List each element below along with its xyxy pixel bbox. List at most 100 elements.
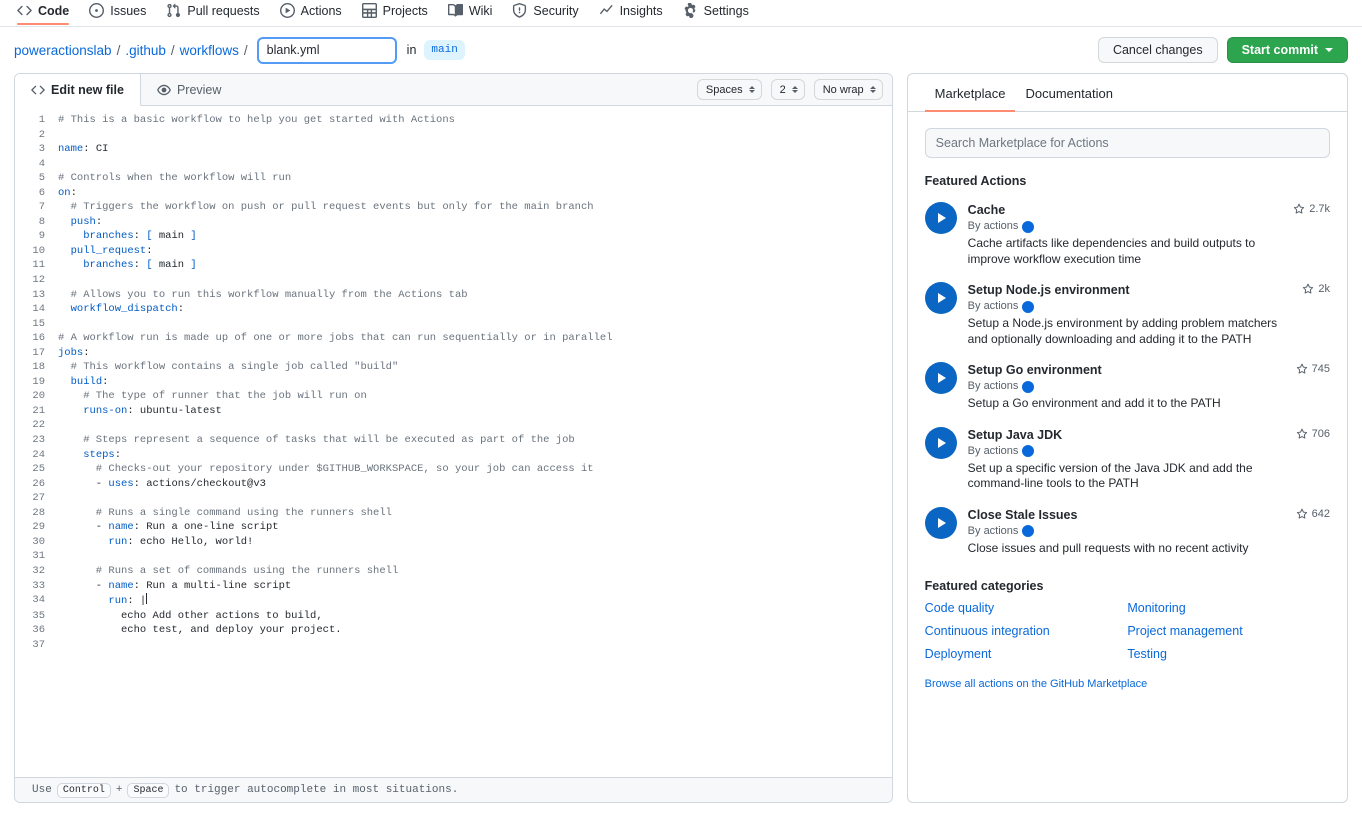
code-icon bbox=[31, 83, 45, 97]
code-line: 37 bbox=[15, 638, 892, 653]
categories-column-right: Monitoring Project management Testing bbox=[1127, 599, 1330, 664]
tab-documentation[interactable]: Documentation bbox=[1015, 74, 1122, 111]
sidebar-body: Featured Actions CacheBy actionsCache ar… bbox=[908, 112, 1347, 802]
code-text: run: echo Hello, world! bbox=[58, 535, 253, 550]
category-link[interactable]: Code quality bbox=[925, 599, 1128, 618]
line-number: 28 bbox=[15, 506, 58, 521]
featured-action-row[interactable]: Setup Node.js environmentBy actionsSetup… bbox=[925, 274, 1330, 354]
code-text: name: CI bbox=[58, 142, 108, 157]
line-number: 23 bbox=[15, 433, 58, 448]
branch-badge: main bbox=[424, 40, 464, 60]
action-title: Close Stale Issues bbox=[968, 507, 1285, 523]
nav-item-issues[interactable]: Issues bbox=[80, 0, 157, 25]
code-text: # A workflow run is made up of one or mo… bbox=[58, 331, 613, 346]
code-text: # This workflow contains a single job ca… bbox=[58, 360, 398, 375]
featured-action-row[interactable]: Close Stale IssuesBy actionsClose issues… bbox=[925, 499, 1330, 564]
code-text: run: | bbox=[58, 593, 147, 609]
star-icon bbox=[1296, 508, 1308, 520]
code-line: 36 echo test, and deploy your project. bbox=[15, 623, 892, 638]
nav-item-insights[interactable]: Insights bbox=[590, 0, 674, 25]
browse-marketplace-link[interactable]: Browse all actions on the GitHub Marketp… bbox=[925, 678, 1148, 690]
verified-badge-icon bbox=[1022, 381, 1034, 393]
verified-badge-icon bbox=[1022, 445, 1034, 457]
nav-item-label: Settings bbox=[704, 4, 749, 18]
code-text: - name: Run a one-line script bbox=[58, 520, 279, 535]
code-text: # Steps represent a sequence of tasks th… bbox=[58, 433, 575, 448]
action-description: Close issues and pull requests with no r… bbox=[968, 541, 1285, 557]
code-text bbox=[58, 317, 64, 332]
featured-action-row[interactable]: Setup Java JDKBy actionsSet up a specifi… bbox=[925, 419, 1330, 499]
code-line: 21 runs-on: ubuntu-latest bbox=[15, 404, 892, 419]
breadcrumb-owner[interactable]: poweractionslab bbox=[14, 43, 112, 58]
line-number: 16 bbox=[15, 331, 58, 346]
code-editor[interactable]: 1# This is a basic workflow to help you … bbox=[15, 106, 892, 777]
action-title: Setup Node.js environment bbox=[968, 282, 1292, 298]
category-link[interactable]: Monitoring bbox=[1127, 599, 1330, 618]
code-line: 24 steps: bbox=[15, 448, 892, 463]
gear-icon bbox=[683, 3, 698, 18]
marketplace-search-input[interactable] bbox=[925, 128, 1330, 158]
editor-tabbar: Edit new file Preview Spaces 2 No wrap bbox=[15, 74, 892, 106]
text-cursor bbox=[146, 593, 147, 604]
tab-edit-new-file[interactable]: Edit new file bbox=[15, 74, 141, 106]
category-link[interactable]: Deployment bbox=[925, 645, 1128, 664]
category-link[interactable]: Project management bbox=[1127, 622, 1330, 641]
code-line: 6on: bbox=[15, 186, 892, 201]
code-text bbox=[58, 418, 64, 433]
nav-item-projects[interactable]: Projects bbox=[353, 0, 439, 25]
code-line: 32 # Runs a set of commands using the ru… bbox=[15, 564, 892, 579]
cancel-changes-button[interactable]: Cancel changes bbox=[1098, 37, 1218, 63]
category-link[interactable]: Testing bbox=[1127, 645, 1330, 664]
code-line: 28 # Runs a single command using the run… bbox=[15, 506, 892, 521]
kbd-control: Control bbox=[57, 783, 111, 798]
code-line: 15 bbox=[15, 317, 892, 332]
line-number: 24 bbox=[15, 448, 58, 463]
chevron-updown-icon bbox=[749, 86, 755, 93]
star-icon bbox=[1302, 283, 1314, 295]
in-label: in bbox=[407, 43, 417, 57]
action-description: Setup a Go environment and add it to the… bbox=[968, 396, 1285, 412]
spacer bbox=[237, 74, 696, 105]
indent-size-select[interactable]: 2 bbox=[771, 79, 805, 100]
code-text: push: bbox=[58, 215, 102, 230]
line-wrap-select[interactable]: No wrap bbox=[814, 79, 883, 100]
line-number: 34 bbox=[15, 593, 58, 609]
line-number: 18 bbox=[15, 360, 58, 375]
action-title: Setup Go environment bbox=[968, 362, 1285, 378]
featured-action-row[interactable]: CacheBy actionsCache artifacts like depe… bbox=[925, 194, 1330, 274]
nav-item-code[interactable]: Code bbox=[8, 0, 80, 25]
chevron-updown-icon bbox=[870, 86, 876, 93]
nav-item-actions[interactable]: Actions bbox=[271, 0, 353, 25]
line-number: 2 bbox=[15, 128, 58, 143]
nav-item-pull-requests[interactable]: Pull requests bbox=[157, 0, 270, 25]
indent-size-value: 2 bbox=[780, 84, 786, 96]
category-link[interactable]: Continuous integration bbox=[925, 622, 1128, 641]
featured-action-row[interactable]: Setup Go environmentBy actionsSetup a Go… bbox=[925, 354, 1330, 419]
tab-preview[interactable]: Preview bbox=[141, 74, 237, 105]
line-number: 26 bbox=[15, 477, 58, 492]
filename-input[interactable] bbox=[257, 37, 397, 64]
code-text: on: bbox=[58, 186, 77, 201]
line-number: 35 bbox=[15, 609, 58, 624]
line-number: 21 bbox=[15, 404, 58, 419]
breadcrumb-folder-workflows[interactable]: workflows bbox=[180, 43, 239, 58]
line-number: 5 bbox=[15, 171, 58, 186]
action-logo-icon bbox=[925, 362, 957, 394]
nav-item-wiki[interactable]: Wiki bbox=[439, 0, 504, 25]
breadcrumb-separator: / bbox=[117, 43, 121, 58]
file-editor-panel: Edit new file Preview Spaces 2 No wrap bbox=[14, 73, 893, 803]
indent-mode-select[interactable]: Spaces bbox=[697, 79, 762, 100]
breadcrumb-folder-github[interactable]: .github bbox=[125, 43, 166, 58]
code-line: 23 # Steps represent a sequence of tasks… bbox=[15, 433, 892, 448]
action-description: Set up a specific version of the Java JD… bbox=[968, 461, 1285, 492]
nav-item-security[interactable]: Security bbox=[503, 0, 589, 25]
line-number: 14 bbox=[15, 302, 58, 317]
tab-marketplace[interactable]: Marketplace bbox=[925, 74, 1016, 111]
code-text: # Controls when the workflow will run bbox=[58, 171, 291, 186]
action-logo-icon bbox=[925, 507, 957, 539]
start-commit-button[interactable]: Start commit bbox=[1227, 37, 1348, 63]
code-text: jobs: bbox=[58, 346, 90, 361]
nav-item-settings[interactable]: Settings bbox=[674, 0, 760, 25]
chevron-down-icon bbox=[1325, 48, 1333, 52]
code-line: 22 bbox=[15, 418, 892, 433]
